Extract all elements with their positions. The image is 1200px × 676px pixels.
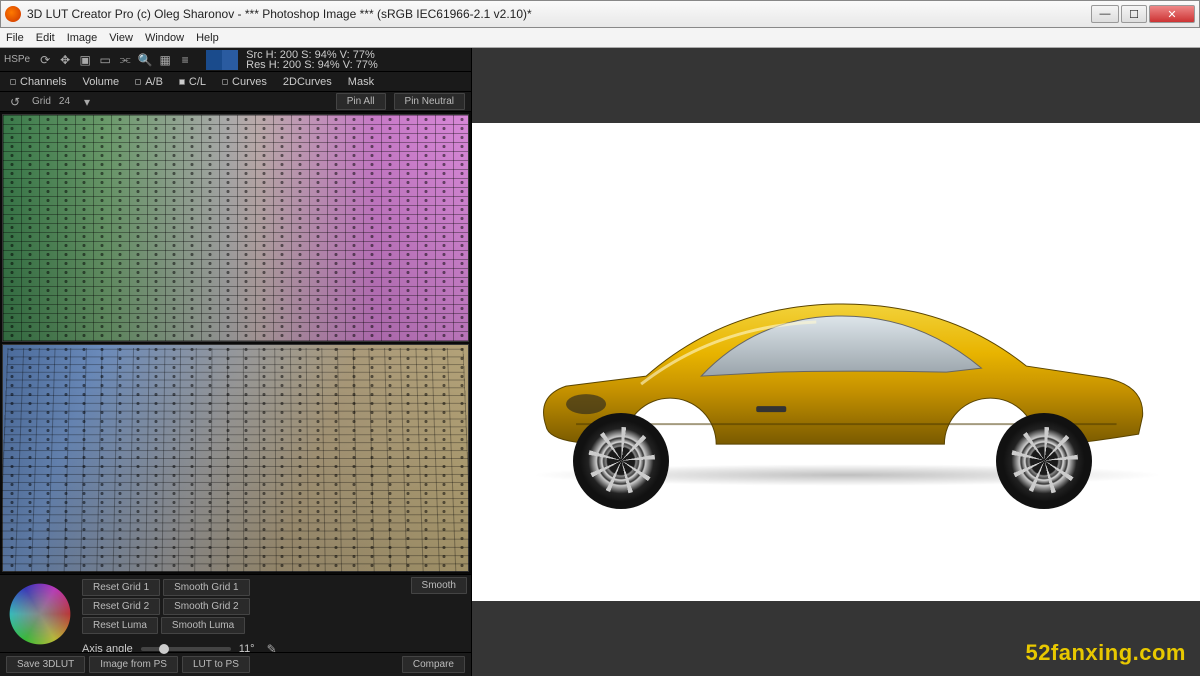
hue-grid-top[interactable] <box>2 114 469 342</box>
tab-volume[interactable]: Volume <box>76 74 125 90</box>
dropdown-icon[interactable]: ▾ <box>78 93 96 111</box>
footer-bar: Save 3DLUT Image from PS LUT to PS Compa… <box>0 652 471 676</box>
minimize-button[interactable]: — <box>1091 5 1119 23</box>
bars-icon[interactable]: ≡ <box>176 51 194 69</box>
preview-wrap <box>472 48 1200 676</box>
preview-image[interactable] <box>472 123 1200 600</box>
reset-grid1-button[interactable]: Reset Grid 1 <box>82 579 160 596</box>
app-icon <box>5 6 21 22</box>
pin-neutral-button[interactable]: Pin Neutral <box>394 93 465 110</box>
grid-icon[interactable]: ▦ <box>156 51 174 69</box>
tabbar: Channels Volume A/B C/L Curves 2DCurves … <box>0 72 471 92</box>
color-grids <box>0 112 471 574</box>
window-controls: — ☐ ✕ <box>1091 5 1195 23</box>
refresh-icon[interactable]: ⟳ <box>36 51 54 69</box>
tab-mask[interactable]: Mask <box>342 74 380 90</box>
compare-button[interactable]: Compare <box>402 656 465 673</box>
menu-help[interactable]: Help <box>196 32 219 44</box>
save-3dlut-button[interactable]: Save 3DLUT <box>6 656 85 673</box>
titlebar: 3D LUT Creator Pro (c) Oleg Sharonov - *… <box>0 0 1200 28</box>
color-readout: Src H: 200 S: 94% V: 77% Res H: 200 S: 9… <box>246 50 378 70</box>
left-panel: HSPe ⟳ ✥ ▣ ▭ ⫘ 🔍 ▦ ≡ Src H: 200 S: 94% V… <box>0 48 472 676</box>
tab-2dcurves[interactable]: 2DCurves <box>277 74 338 90</box>
menu-image[interactable]: Image <box>67 32 98 44</box>
select-icon[interactable]: ▭ <box>96 51 114 69</box>
smooth-grid1-button[interactable]: Smooth Grid 1 <box>163 579 249 596</box>
color-swatch[interactable] <box>206 50 238 70</box>
close-button[interactable]: ✕ <box>1149 5 1195 23</box>
color-wheel[interactable] <box>4 579 76 649</box>
menu-window[interactable]: Window <box>145 32 184 44</box>
axis-slider[interactable] <box>141 647 231 651</box>
menu-edit[interactable]: Edit <box>36 32 55 44</box>
crop-icon[interactable]: ▣ <box>76 51 94 69</box>
front-wheel <box>573 413 669 509</box>
zoom-icon[interactable]: 🔍 <box>136 51 154 69</box>
tab-channels[interactable]: Channels <box>4 74 72 90</box>
reset-controls: Reset Grid 1 Smooth Grid 1 Reset Grid 2 … <box>82 579 281 648</box>
workspace: HSPe ⟳ ✥ ▣ ▭ ⫘ 🔍 ▦ ≡ Src H: 200 S: 94% V… <box>0 48 1200 676</box>
menubar: File Edit Image View Window Help <box>0 28 1200 48</box>
mode-label[interactable]: HSPe <box>4 54 30 65</box>
undo-icon[interactable]: ↺ <box>6 93 24 111</box>
grid-label: Grid <box>32 96 51 107</box>
menu-view[interactable]: View <box>109 32 133 44</box>
image-from-ps-button[interactable]: Image from PS <box>89 656 178 673</box>
rear-wheel <box>996 413 1092 509</box>
tab-cl[interactable]: C/L <box>173 74 212 90</box>
watermark: 52fanxing.com <box>1025 640 1186 666</box>
tab-ab[interactable]: A/B <box>129 74 169 90</box>
smooth-grid2-button[interactable]: Smooth Grid 2 <box>163 598 249 615</box>
smooth-luma-button[interactable]: Smooth Luma <box>161 617 245 634</box>
pin-all-button[interactable]: Pin All <box>336 93 386 110</box>
reset-luma-button[interactable]: Reset Luma <box>82 617 158 634</box>
reset-grid2-button[interactable]: Reset Grid 2 <box>82 598 160 615</box>
grid-value[interactable]: 24 <box>59 96 70 107</box>
maximize-button[interactable]: ☐ <box>1121 5 1147 23</box>
toolbar: HSPe ⟳ ✥ ▣ ▭ ⫘ 🔍 ▦ ≡ Src H: 200 S: 94% V… <box>0 48 471 72</box>
hue-grid-bottom[interactable] <box>2 344 469 572</box>
smooth-button[interactable]: Smooth <box>411 577 467 594</box>
move-icon[interactable]: ✥ <box>56 51 74 69</box>
lut-to-ps-button[interactable]: LUT to PS <box>182 656 250 673</box>
window-title: 3D LUT Creator Pro (c) Oleg Sharonov - *… <box>27 7 1091 21</box>
car-graphic <box>516 276 1157 496</box>
preview-panel: 52fanxing.com <box>472 48 1200 676</box>
bottom-panel: Reset Grid 1 Smooth Grid 1 Reset Grid 2 … <box>0 574 471 652</box>
tab-curves[interactable]: Curves <box>216 74 273 90</box>
grid-header: ↺ Grid 24 ▾ Pin All Pin Neutral <box>0 92 471 112</box>
link-icon[interactable]: ⫘ <box>116 51 134 69</box>
menu-file[interactable]: File <box>6 32 24 44</box>
